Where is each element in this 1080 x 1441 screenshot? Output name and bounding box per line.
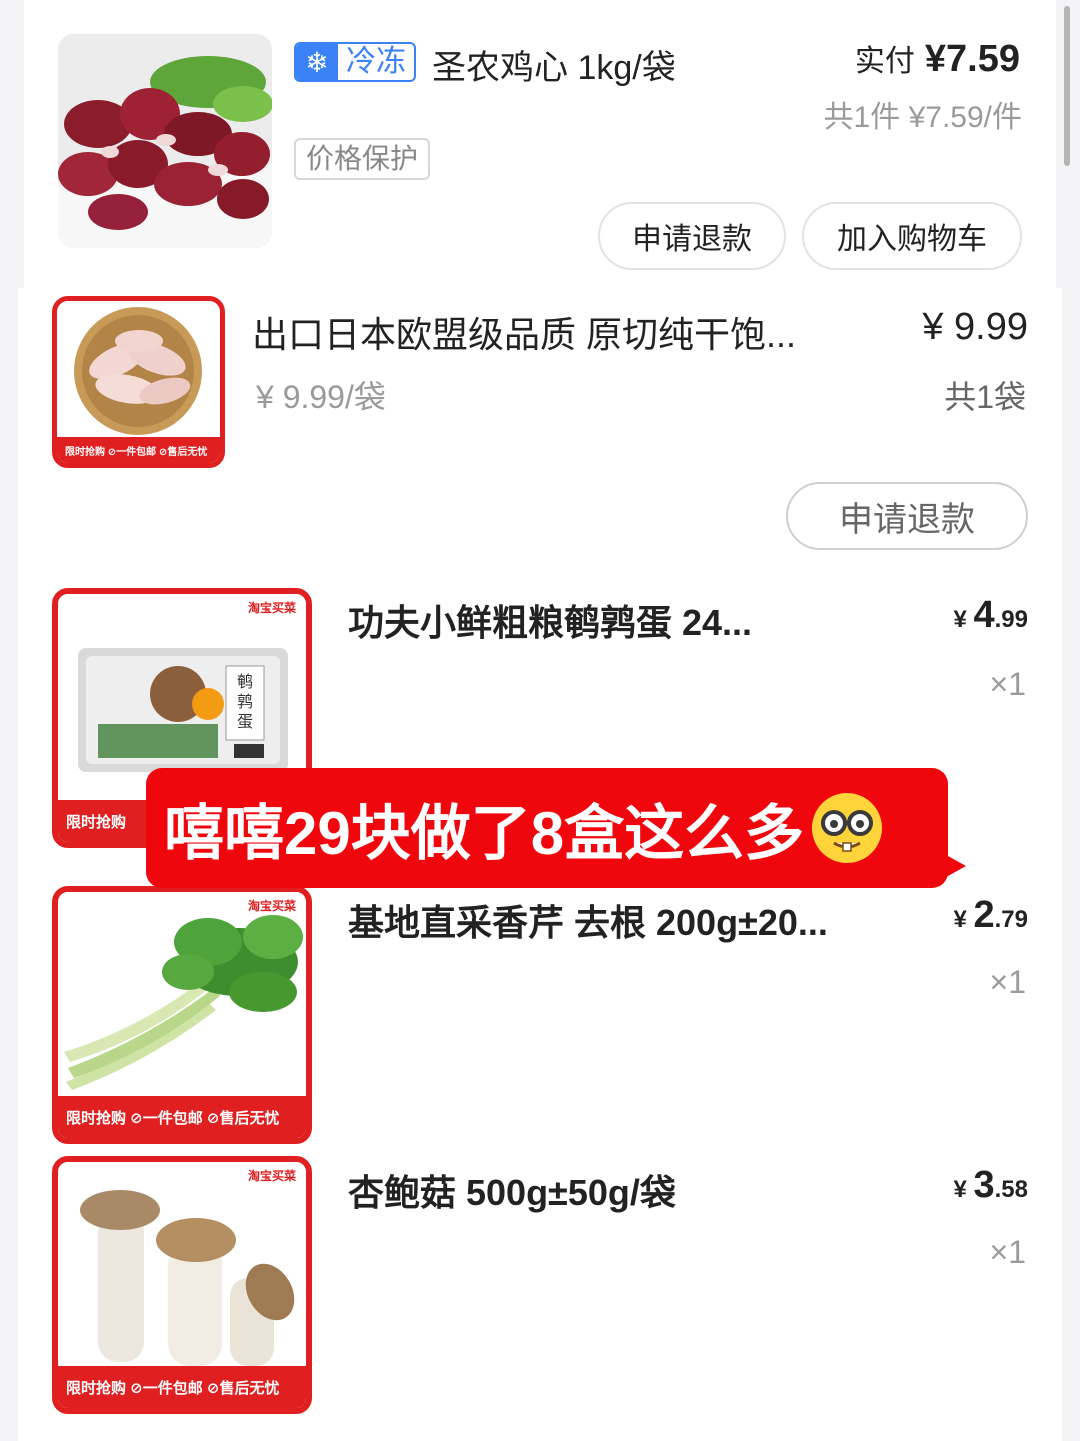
frozen-tag: ❄ 冷冻 <box>294 42 416 82</box>
store-badge: 淘宝买菜 <box>243 598 300 617</box>
price-integer: 3 <box>973 1164 995 1206</box>
currency-symbol: ¥ <box>953 906 967 933</box>
price-decimal: .99 <box>994 606 1028 633</box>
currency-symbol: ¥ <box>953 606 967 633</box>
add-to-cart-button[interactable]: 加入购物车 <box>802 202 1022 270</box>
currency-symbol: ¥ <box>953 1176 967 1203</box>
item-quantity: ×1 <box>989 964 1026 1000</box>
svg-text:鹑: 鹑 <box>237 692 253 711</box>
price-decimal: .58 <box>994 1176 1028 1203</box>
svg-text:蛋: 蛋 <box>237 712 253 731</box>
product-title[interactable]: 功夫小鲜粗粮鹌鹑蛋 24... <box>348 594 908 646</box>
caption-text: 嘻嘻29块做了8盒这么多 <box>164 799 805 867</box>
product-price: ¥ 3.58 <box>953 1164 1028 1207</box>
product-price: ¥ 2.79 <box>953 894 1028 937</box>
product-image-king-oyster-mushroom[interactable]: 淘宝买菜 限时抢购 ⊘一件包邮 ⊘售后无忧 <box>52 1156 312 1414</box>
price-protection-badge[interactable]: 价格保护 <box>294 138 431 180</box>
price-integer: 4 <box>973 594 995 636</box>
unit-price: ¥ 9.99/袋 <box>256 379 386 415</box>
promo-strip: 限时抢购 ⊘一件包邮 ⊘售后无忧 <box>58 1366 306 1408</box>
product-image-chicken-heart[interactable] <box>58 34 272 248</box>
store-badge: 淘宝买菜 <box>243 896 300 915</box>
product-title[interactable]: 圣农鸡心 1kg/袋 <box>432 40 676 89</box>
paid-label: 实付 <box>854 45 915 78</box>
price-integer: 2 <box>973 894 995 936</box>
item-quantity: ×1 <box>989 666 1026 702</box>
order-page: { "products": [ { "tag_icon": "snowflake… <box>0 0 1080 1441</box>
promo-strip: 限时抢购 ⊘一件包邮 ⊘售后无忧 <box>57 437 220 463</box>
promo-strip: 限时抢购 ⊘一件包邮 ⊘售后无忧 <box>58 1096 306 1138</box>
request-refund-button[interactable]: 申请退款 <box>598 202 786 270</box>
product-price: ¥ 9.99 <box>922 306 1028 348</box>
product-price: ¥ 4.99 <box>953 594 1028 637</box>
product-title[interactable]: 基地直采香芹 去根 200g±20... <box>348 894 908 946</box>
product-title[interactable]: 出口日本欧盟级品质 原切纯干饱... <box>252 306 872 358</box>
store-badge: 淘宝买菜 <box>243 1166 300 1185</box>
caption-bubble: 嘻嘻29块做了8盒这么多 <box>146 768 948 888</box>
nerd-face-emoji-icon <box>810 791 884 865</box>
svg-text:鹌: 鹌 <box>237 672 253 691</box>
request-refund-button[interactable]: 申请退款 <box>786 482 1028 550</box>
price-decimal: .79 <box>994 906 1028 933</box>
per-unit-price: 共1件 ¥7.59/件 <box>823 101 1022 134</box>
paid-amount: 实付 ¥7.59 <box>855 36 1020 81</box>
snowflake-icon: ❄ <box>296 44 338 80</box>
item-quantity: ×1 <box>989 1234 1026 1270</box>
product-image-celery[interactable]: 淘宝买菜 限时抢购 ⊘一件包邮 ⊘售后无忧 <box>52 886 312 1144</box>
frozen-tag-label: 冷冻 <box>346 45 406 78</box>
product-title[interactable]: 杏鲍菇 500g±50g/袋 <box>348 1164 908 1216</box>
paid-value: ¥7.59 <box>924 38 1020 80</box>
product-image-chicken-wing[interactable]: 限时抢购 ⊘一件包邮 ⊘售后无忧 <box>52 296 225 468</box>
scrollbar[interactable] <box>1064 6 1070 166</box>
item-count: 共1袋 <box>944 379 1026 415</box>
